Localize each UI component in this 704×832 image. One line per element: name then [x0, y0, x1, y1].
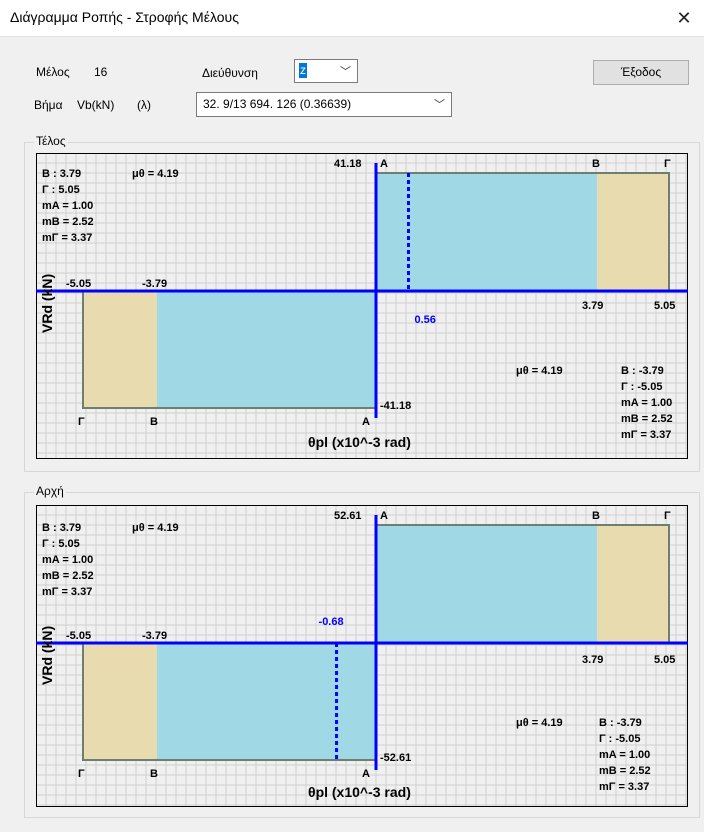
region-bg-negative: [83, 291, 157, 408]
group-label-arxi: Αρχή: [34, 484, 66, 498]
xneg-label-1: -3.79: [142, 278, 167, 290]
top-value: 52.61: [334, 510, 362, 522]
direction-value: z: [299, 63, 307, 78]
chart-telos: B : 3.79 Γ : 5.05 mA = 1.00 mB = 2.52 mΓ…: [36, 153, 688, 459]
right-info-2: mA = 1.00: [621, 397, 672, 409]
bottom-value: -52.61: [380, 752, 411, 764]
region-bg-negative: [83, 643, 157, 760]
xpos-label-0: 3.79: [582, 654, 603, 666]
top-letter-a: A: [380, 510, 388, 522]
right-info-1: Γ : -5.05: [599, 733, 640, 745]
close-icon: ✕: [676, 8, 692, 28]
left-info-4: mΓ = 3.37: [42, 232, 92, 244]
left-info-4: mΓ = 3.37: [42, 586, 92, 598]
left-info-3: mB = 2.52: [42, 570, 94, 582]
step-value: 32. 9/13 694. 126 (0.36639): [203, 97, 352, 111]
marker-label: 0.56: [414, 314, 435, 326]
chart-arxi: B : 3.79 Γ : 5.05 mA = 1.00 mB = 2.52 mΓ…: [36, 505, 688, 807]
left-info-0: B : 3.79: [42, 168, 81, 180]
right-info-0: B : -3.79: [599, 717, 642, 729]
x-axis-label: θpl (x10^-3 rad): [308, 784, 411, 800]
member-value: 16: [94, 65, 108, 79]
top-letter-b: B: [592, 158, 600, 170]
right-info-4: mΓ = 3.37: [599, 781, 649, 793]
region-bg-positive: [597, 173, 669, 291]
left-info-0: B : 3.79: [42, 522, 81, 534]
xpos-label-1: 5.05: [654, 300, 675, 312]
marker-label: -0.68: [319, 616, 344, 628]
xneg-label-0: -5.05: [66, 278, 91, 290]
step-select[interactable]: 32. 9/13 694. 126 (0.36639) ﹀: [196, 92, 452, 117]
panel-arxi: B : 3.79 Γ : 5.05 mA = 1.00 mB = 2.52 mΓ…: [36, 505, 688, 812]
member-label: Μέλος: [36, 65, 70, 79]
xneg-label-0: -5.05: [66, 630, 91, 642]
exit-button[interactable]: Έξοδος: [593, 60, 689, 85]
left-info-3: mB = 2.52: [42, 216, 94, 228]
right-info-0: B : -3.79: [621, 365, 664, 377]
left-mu: μθ = 4.19: [132, 168, 179, 180]
direction-select[interactable]: z ﹀: [294, 59, 358, 83]
region-bg-positive: [597, 525, 669, 643]
vb-label: Vb(kN): [77, 98, 115, 112]
xpos-label-1: 5.05: [654, 654, 675, 666]
right-info-3: mB = 2.52: [621, 413, 673, 425]
chevron-down-icon: ﹀: [340, 66, 351, 78]
right-mu: μθ = 4.19: [516, 365, 563, 377]
left-mu: μθ = 4.19: [132, 522, 179, 534]
bottom-letter-g: Γ: [78, 768, 85, 780]
xneg-label-1: -3.79: [142, 630, 167, 642]
bottom-letter-b: B: [150, 416, 158, 428]
left-info-2: mA = 1.00: [42, 200, 93, 212]
region-ab-negative: [157, 643, 376, 760]
title-bar: Διάγραμμα Ροπής - Στροφής Μέλους ✕: [0, 0, 704, 37]
bottom-letter-g: Γ: [78, 416, 85, 428]
region-ab-negative: [157, 291, 376, 408]
panel-telos: B : 3.79 Γ : 5.05 mA = 1.00 mB = 2.52 mΓ…: [36, 153, 688, 464]
top-value: 41.18: [334, 158, 362, 170]
top-letter-b: B: [592, 510, 600, 522]
top-letter-a: A: [380, 158, 388, 170]
bottom-letter-b: B: [150, 768, 158, 780]
lambda-label: (λ): [137, 98, 151, 112]
y-axis-label: VRd (kN): [39, 274, 55, 333]
top-letter-g: Γ: [664, 510, 671, 522]
right-info-4: mΓ = 3.37: [621, 429, 671, 441]
right-info-2: mA = 1.00: [599, 749, 650, 761]
direction-label: Διεύθυνση: [202, 66, 258, 80]
left-info-1: Γ : 5.05: [42, 184, 80, 196]
right-mu: μθ = 4.19: [516, 717, 563, 729]
left-info-1: Γ : 5.05: [42, 538, 80, 550]
group-label-telos: Τέλος: [34, 134, 68, 148]
bottom-value: -41.18: [380, 400, 411, 412]
y-axis-label: VRd (kN): [39, 626, 55, 685]
right-info-3: mB = 2.52: [599, 765, 651, 777]
right-info-1: Γ : -5.05: [621, 381, 662, 393]
step-label: Βήμα: [34, 98, 63, 112]
left-info-2: mA = 1.00: [42, 554, 93, 566]
x-axis-label: θpl (x10^-3 rad): [308, 434, 411, 450]
window-title: Διάγραμμα Ροπής - Στροφής Μέλους: [10, 9, 239, 25]
xpos-label-0: 3.79: [582, 300, 603, 312]
chevron-down-icon: ﹀: [434, 99, 445, 111]
top-letter-g: Γ: [664, 158, 671, 170]
bottom-letter-a: A: [362, 416, 370, 428]
bottom-letter-a: A: [362, 768, 370, 780]
region-ab-positive: [376, 525, 597, 643]
close-button[interactable]: ✕: [664, 0, 704, 36]
